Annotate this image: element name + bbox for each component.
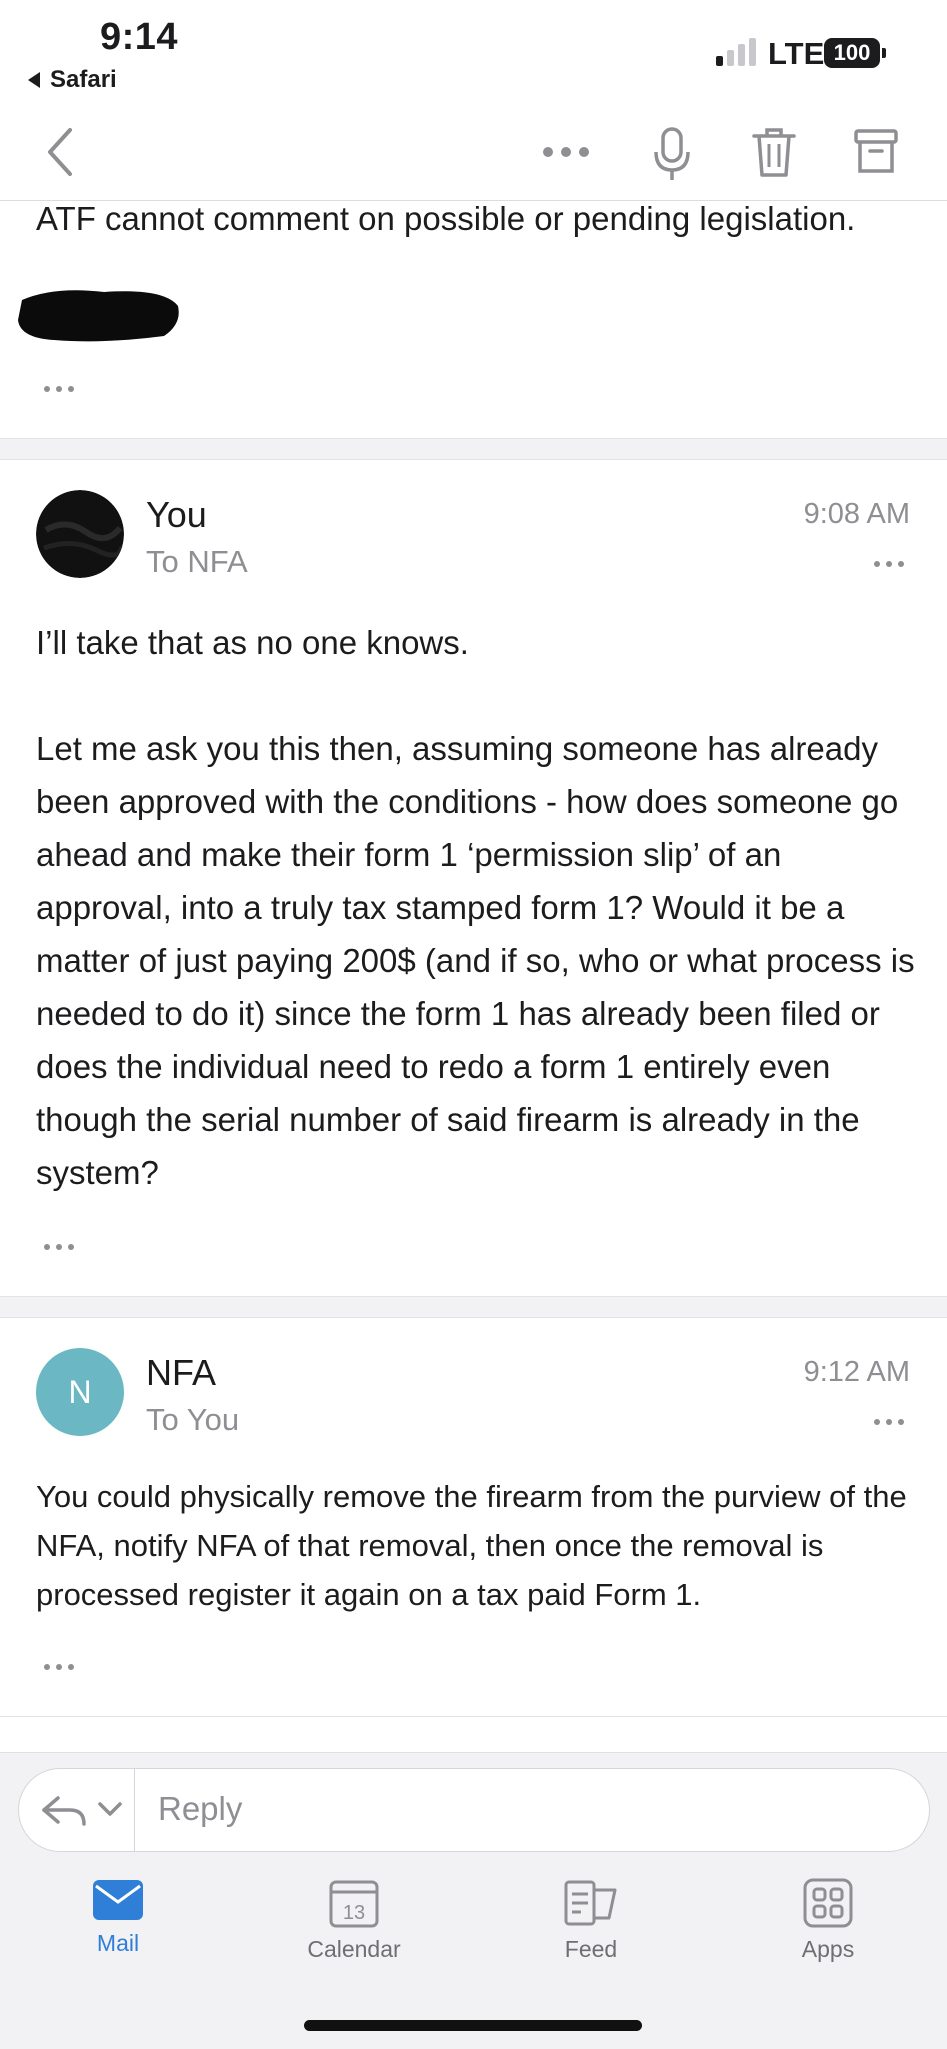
more-icon[interactable] [540, 144, 592, 165]
trash-icon[interactable] [752, 126, 796, 183]
tab-label: Calendar [307, 1936, 401, 1962]
feed-icon [564, 1880, 617, 1926]
redacted-signature [14, 280, 184, 353]
archive-icon[interactable] [854, 128, 898, 179]
message-expand-more[interactable] [44, 1244, 74, 1250]
previous-message-body: ATF cannot comment on possible or pendin… [36, 200, 856, 237]
tab-label: Mail [96, 1930, 140, 1956]
avatar-you[interactable] [36, 490, 124, 578]
previous-message-more[interactable] [44, 386, 74, 392]
tab-calendar[interactable]: 13 Calendar [274, 1878, 434, 1963]
tab-label: Feed [564, 1936, 618, 1962]
recipient-line: To You [146, 1402, 240, 1437]
reply-field[interactable] [18, 1768, 930, 1852]
message-body-p1: You could physically remove the firearm … [36, 1479, 907, 1612]
avatar-initial: N [68, 1373, 92, 1410]
reply-placeholder[interactable]: Reply [158, 1790, 242, 1828]
network-label: LTE [768, 36, 825, 71]
message-separator [0, 438, 947, 460]
message-expand-more[interactable] [44, 1664, 74, 1670]
message-body-p2: Let me ask you this then, assuming someo… [36, 730, 915, 1191]
message-time: 9:08 AM [803, 498, 910, 530]
battery-level: 100 [833, 40, 871, 65]
status-time: 9:14 [100, 16, 179, 58]
back-chevron-icon[interactable] [40, 124, 80, 185]
tab-apps[interactable]: Apps [748, 1878, 908, 1963]
back-triangle-icon [28, 72, 40, 88]
apps-grid-icon [803, 1878, 853, 1928]
message-time: 9:12 AM [803, 1356, 910, 1388]
battery-icon: 100 [824, 38, 880, 68]
mail-icon [93, 1880, 143, 1920]
recipient-line: To NFA [146, 544, 248, 579]
reply-divider [134, 1769, 135, 1851]
tab-feed[interactable]: Feed [511, 1878, 671, 1963]
avatar-nfa[interactable]: N [36, 1348, 124, 1436]
svg-text:13: 13 [343, 1902, 365, 1924]
sender-name: You [146, 494, 207, 535]
sender-name: NFA [146, 1352, 217, 1393]
message-options-icon[interactable] [874, 561, 904, 567]
tab-mail[interactable]: Mail [38, 1878, 198, 1957]
back-to-safari[interactable]: Safari [28, 66, 117, 94]
back-app-label: Safari [50, 66, 117, 93]
microphone-icon[interactable] [652, 126, 692, 187]
signal-strength-icon [716, 38, 756, 66]
message-options-icon[interactable] [874, 1419, 904, 1425]
message-separator [0, 1296, 947, 1318]
reply-options-icon[interactable] [40, 1790, 130, 1835]
calendar-icon: 13 [329, 1880, 379, 1928]
home-indicator [304, 2020, 642, 2031]
battery-tip [882, 48, 886, 58]
tab-label: Apps [801, 1936, 855, 1962]
message-body-p1: I’ll take that as no one knows. [36, 624, 469, 661]
thread-end-divider [0, 1716, 947, 1717]
